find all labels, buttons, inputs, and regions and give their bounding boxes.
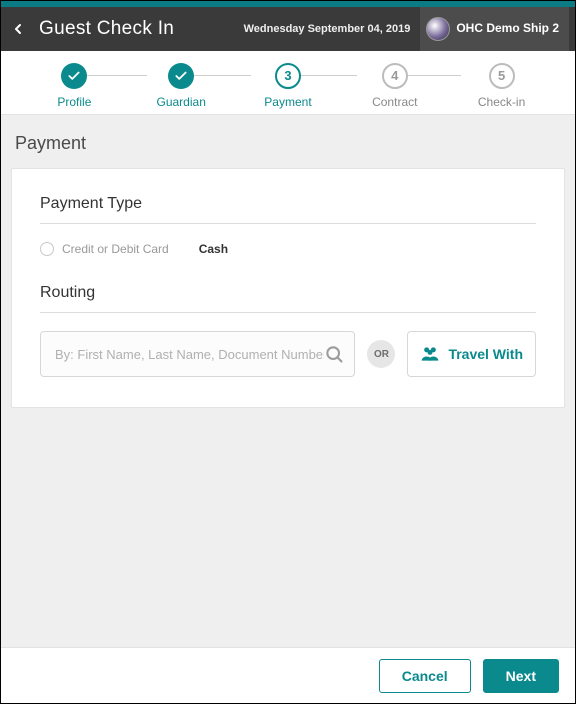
ship-name: OHC Demo Ship 2 bbox=[456, 22, 559, 35]
step-label: Payment bbox=[264, 95, 311, 109]
step-label: Check-in bbox=[478, 95, 525, 109]
step-contract[interactable]: 4 Contract bbox=[355, 63, 435, 109]
step-number: 3 bbox=[275, 63, 301, 89]
travel-with-label: Travel With bbox=[448, 346, 523, 362]
payment-type-heading: Payment Type bbox=[40, 195, 536, 213]
step-checkin[interactable]: 5 Check-in bbox=[462, 63, 542, 109]
check-icon bbox=[174, 69, 188, 83]
page-body: Payment Payment Type Credit or Debit Car… bbox=[1, 115, 575, 647]
payment-type-cash-option[interactable]: Cash bbox=[199, 242, 228, 256]
page-heading: Payment bbox=[15, 133, 565, 154]
next-button[interactable]: Next bbox=[483, 659, 559, 693]
step-label: Profile bbox=[57, 95, 91, 109]
routing-search[interactable] bbox=[40, 331, 355, 377]
step-guardian[interactable]: Guardian bbox=[141, 63, 221, 109]
radio-icon bbox=[40, 242, 54, 256]
cancel-button[interactable]: Cancel bbox=[379, 659, 471, 693]
ship-avatar-icon bbox=[426, 17, 450, 41]
payment-card: Payment Type Credit or Debit Card Cash R… bbox=[11, 168, 565, 408]
back-button[interactable] bbox=[7, 18, 29, 40]
header-date: Wednesday September 04, 2019 bbox=[244, 23, 411, 35]
progress-stepper: Profile Guardian 3 Payment 4 Contract 5 … bbox=[1, 51, 575, 115]
step-profile[interactable]: Profile bbox=[34, 63, 114, 109]
group-icon bbox=[420, 345, 440, 363]
ship-selector[interactable]: OHC Demo Ship 2 bbox=[420, 7, 569, 51]
step-payment[interactable]: 3 Payment bbox=[248, 63, 328, 109]
page-title: Guest Check In bbox=[39, 18, 174, 40]
step-label: Contract bbox=[372, 95, 417, 109]
divider bbox=[40, 223, 536, 224]
travel-with-button[interactable]: Travel With bbox=[407, 331, 536, 377]
chevron-left-icon bbox=[10, 21, 26, 37]
payment-type-card-option[interactable]: Credit or Debit Card bbox=[40, 242, 169, 256]
app-header: Guest Check In Wednesday September 04, 2… bbox=[1, 7, 575, 51]
payment-type-card-label: Credit or Debit Card bbox=[62, 242, 169, 256]
search-icon[interactable] bbox=[324, 344, 344, 364]
step-number: 4 bbox=[382, 63, 408, 89]
divider bbox=[40, 312, 536, 313]
check-icon bbox=[67, 69, 81, 83]
or-separator: OR bbox=[367, 340, 395, 368]
step-number: 5 bbox=[489, 63, 515, 89]
footer-actions: Cancel Next bbox=[1, 647, 575, 703]
step-label: Guardian bbox=[157, 95, 206, 109]
routing-heading: Routing bbox=[40, 284, 536, 302]
routing-search-input[interactable] bbox=[55, 347, 324, 362]
